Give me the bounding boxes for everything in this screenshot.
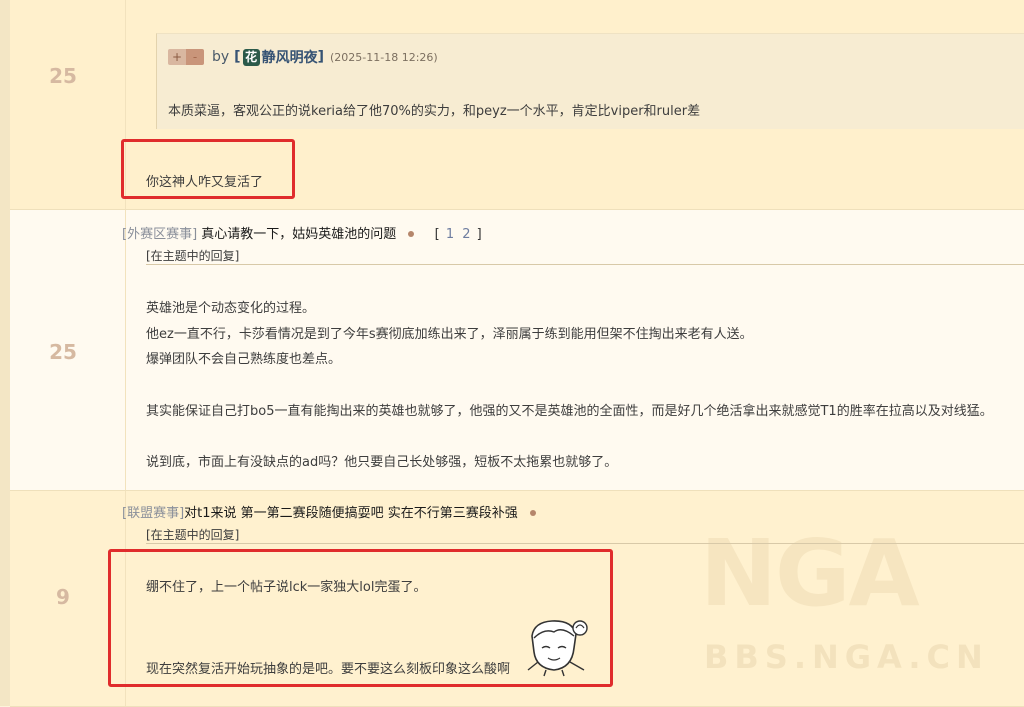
quote-timestamp: (2025-11-18 12:26) <box>329 50 438 64</box>
in-topic-label: [在主题中的回复] <box>146 528 240 542</box>
close-bracket: ] <box>317 49 324 65</box>
quote-author-link[interactable]: [ 花 静风明夜 ] <box>234 47 324 67</box>
plus-button[interactable]: + <box>168 49 186 65</box>
topic-title-link[interactable]: 对t1来说 第一第二赛段随便搞耍吧 实在不行第三赛段补强 <box>184 506 518 521</box>
reply-line: 爆弹团队不会自己熟练度也差点。 <box>146 352 342 367</box>
open-bracket: [ <box>234 49 241 65</box>
divider <box>146 264 1024 265</box>
page-links: [ 1 2 ] <box>434 227 482 242</box>
in-topic-label: [在主题中的回复] <box>146 249 240 263</box>
quote-text: 本质菜逼，客观公正的说keria给了他70%的实力，和peyz一个水平，肯定比v… <box>168 104 701 119</box>
quote-block: + - by [ 花 静风明夜 ] (2025-11-18 12:26) 本质菜逼… <box>156 33 1024 129</box>
unread-dot-icon <box>529 509 536 516</box>
reply-line: 其实能保证自己打bo5一直有能掏出来的英雄也就够了，他强的又不是英雄池的全面性，… <box>146 404 993 419</box>
reply-line: 说到底，市面上有没缺点的ad吗？他只要自己长处够强，短板不太拖累也就够了。 <box>146 455 618 470</box>
page-link-2[interactable]: 2 <box>462 227 470 242</box>
reply-line: 英雄池是个动态变化的过程。 <box>146 301 316 316</box>
forum-link[interactable]: [外赛区赛事] <box>122 227 197 242</box>
topic-header: [外赛区赛事] 真心请教一下，姑妈英雄池的问题 [ 1 2 ] <box>122 223 482 242</box>
topic-title-link[interactable]: 真心请教一下，姑妈英雄池的问题 <box>201 227 396 242</box>
forum-link[interactable]: [联盟赛事] <box>122 506 184 521</box>
highlight-box <box>121 139 295 199</box>
unread-dot-icon <box>408 230 415 237</box>
author-badge-icon: 花 <box>242 48 260 66</box>
reply-count: 25 <box>49 64 77 88</box>
highlight-box <box>108 549 613 687</box>
topic-header: [联盟赛事]对t1来说 第一第二赛段随便搞耍吧 实在不行第三赛段补强 <box>122 502 536 521</box>
quote-author-name: 静风明夜 <box>261 50 318 66</box>
by-label: by <box>212 49 230 65</box>
reply-line: 他ez一直不行，卡莎看情况是到了今年s赛彻底加练出来了，泽丽属于练到能用但架不住… <box>146 327 753 342</box>
reply-count: 9 <box>56 585 70 609</box>
minus-button[interactable]: - <box>186 49 204 65</box>
quote-header: + - by [ 花 静风明夜 ] (2025-11-18 12:26) <box>168 47 438 67</box>
page-link-1[interactable]: 1 <box>446 227 454 242</box>
reply-count: 25 <box>49 340 77 364</box>
divider <box>146 543 1024 544</box>
